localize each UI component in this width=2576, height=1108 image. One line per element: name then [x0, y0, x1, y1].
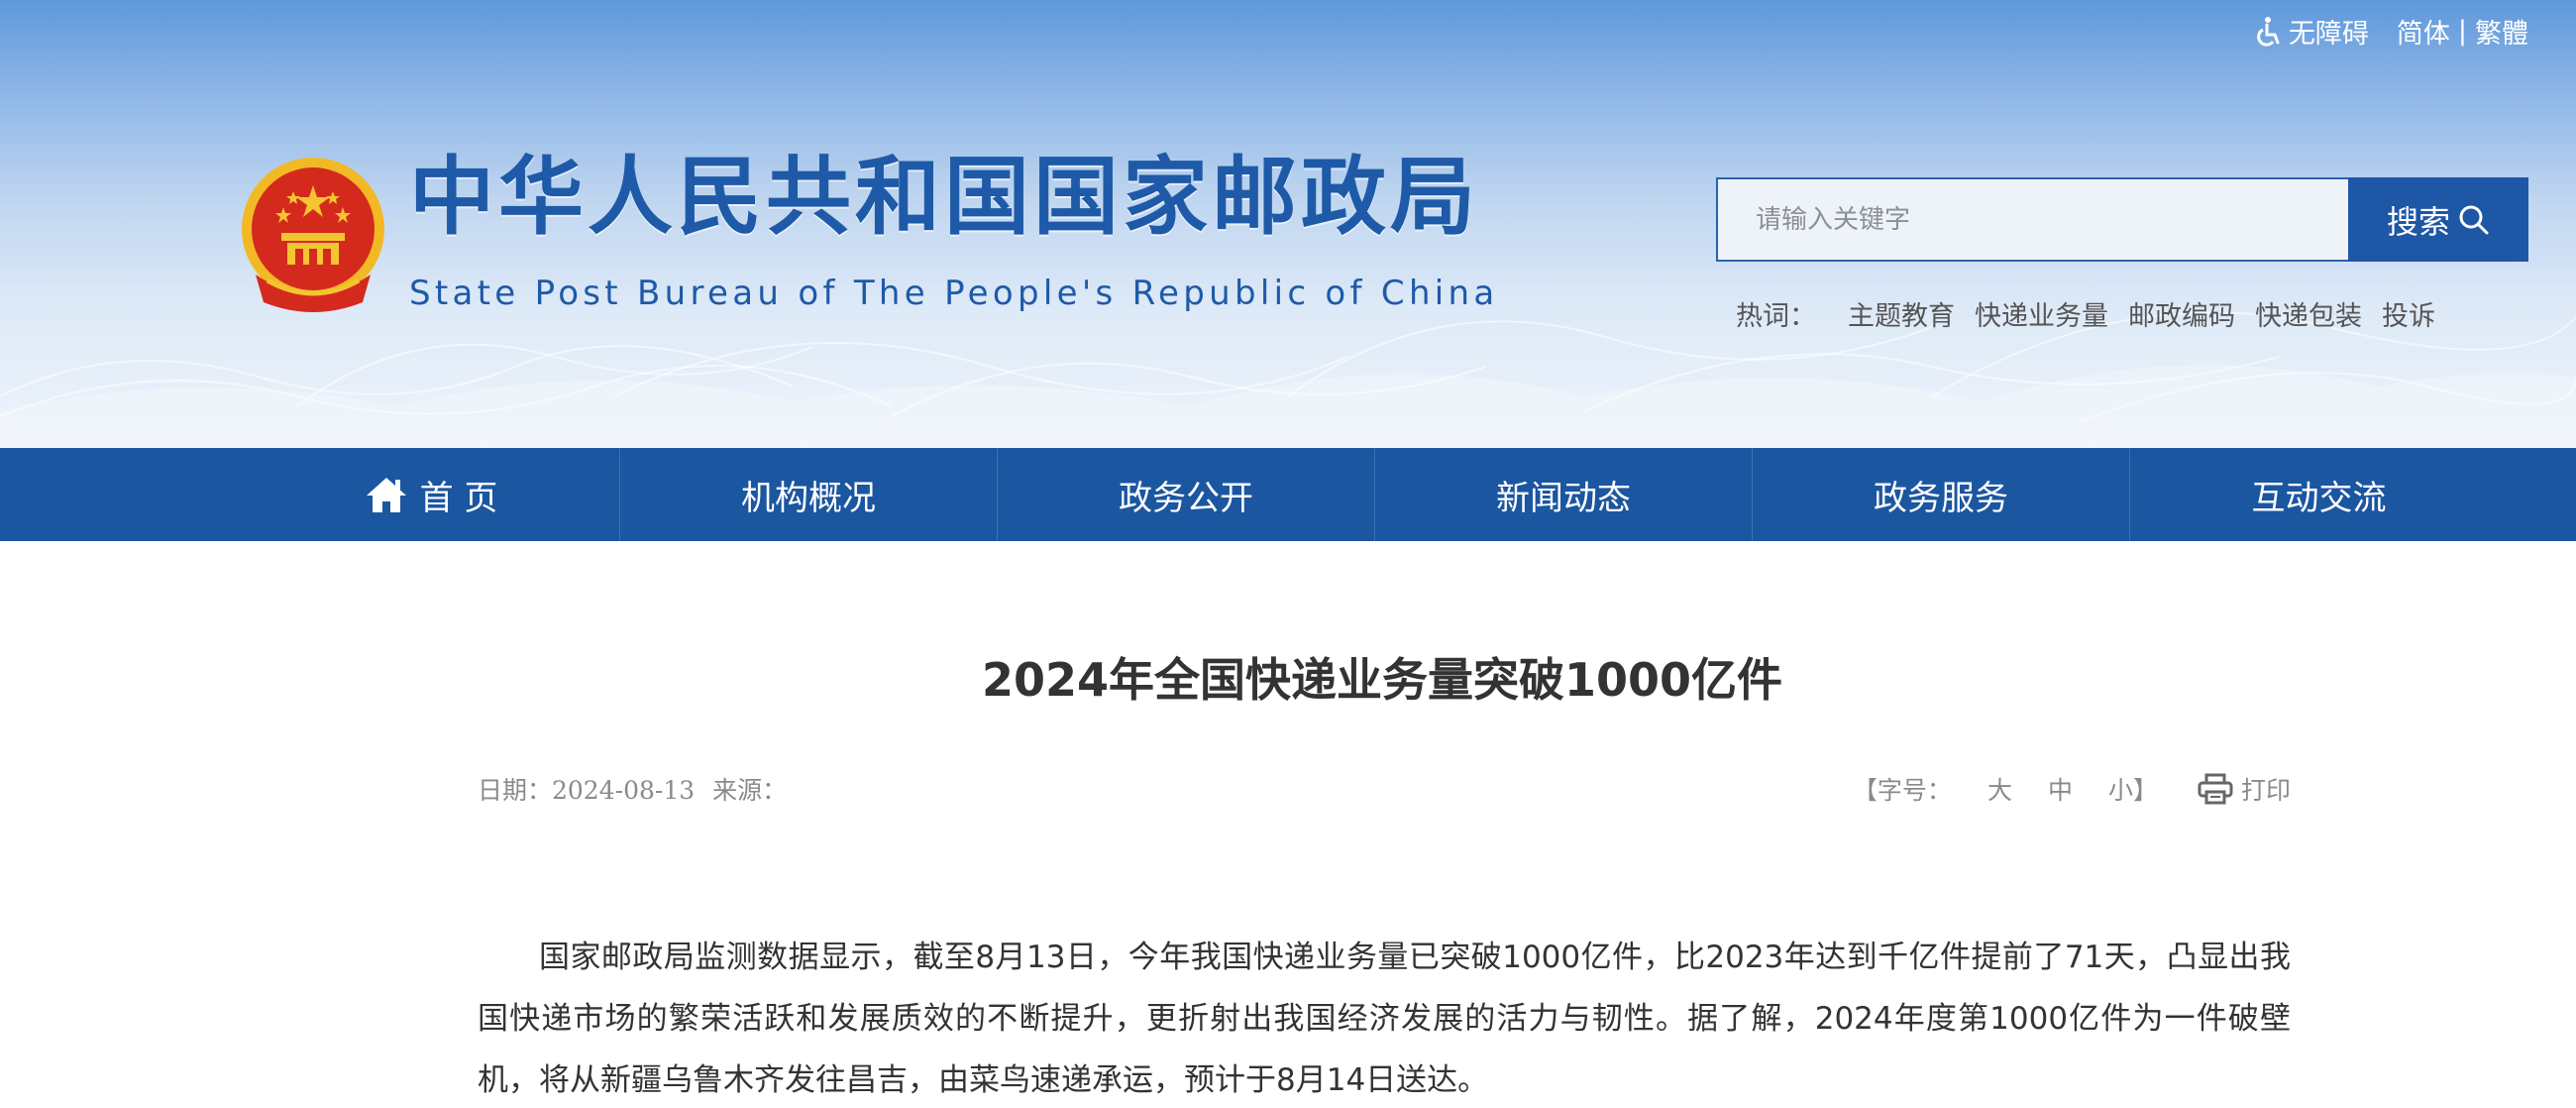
site-subtitle: State Post Bureau of The People's Republ… [409, 274, 1499, 313]
language-separator: | [2457, 16, 2467, 47]
article-tools: 【字号： 大 中 小】 打印 [1853, 771, 2291, 807]
traditional-chinese-link[interactable]: 繁體 [2475, 12, 2528, 51]
hot-keyword-link[interactable]: 快递包装 [2255, 294, 2362, 333]
font-size-label: 【字号： [1852, 776, 1952, 805]
article-title: 2024年全国快递业务量突破1000亿件 [981, 653, 1783, 707]
article-meta: 日期：2024-08-13 来源： [478, 771, 805, 807]
hot-keywords-label: 热词： [1736, 301, 1816, 332]
nav-item-interaction[interactable]: 互动交流 [2130, 448, 2508, 541]
nav-item-home[interactable]: 首 页 [243, 448, 620, 541]
font-size-small-button[interactable]: 小】 [2108, 771, 2158, 807]
nav-item-label: 首 页 [419, 478, 498, 518]
search-button-label: 搜索 [2386, 202, 2450, 241]
wheelchair-icon [2257, 16, 2280, 47]
font-size-large-button[interactable]: 大 [1987, 771, 2012, 807]
national-emblem[interactable] [238, 156, 388, 314]
nav-item-services[interactable]: 政务服务 [1753, 448, 2130, 541]
simplified-chinese-link[interactable]: 简体 [2397, 12, 2450, 51]
site-title[interactable]: 中华人民共和国国家邮政局 [409, 149, 1479, 247]
nav-item-label: 互动交流 [2251, 478, 2387, 518]
hot-keyword-link[interactable]: 主题教育 [1848, 294, 1955, 333]
search-bar: 搜索 [1716, 177, 2528, 262]
hot-keywords: 热词： 主题教育 快递业务量 邮政编码 快递包装 投诉 [1736, 294, 2455, 333]
nav-item-organization[interactable]: 机构概况 [620, 448, 998, 541]
article-date: 日期：2024-08-13 [478, 776, 696, 805]
site-header: 无障碍 简体 | 繁體 中华人民共和国国家邮政局 State Post Bure… [0, 0, 2576, 448]
search-icon [2459, 205, 2489, 234]
hot-keyword-link[interactable]: 快递业务量 [1975, 294, 2108, 333]
accessibility-link[interactable]: 无障碍 [2253, 12, 2369, 51]
font-size-medium-button[interactable]: 中 [2048, 771, 2073, 807]
article-body: 国家邮政局监测数据显示，截至8月13日，今年我国快递业务量已突破1000亿件，比… [478, 940, 2291, 1098]
printer-icon[interactable] [2198, 773, 2233, 805]
nav-item-government-affairs[interactable]: 政务公开 [998, 448, 1375, 541]
nav-item-label: 政务服务 [1874, 478, 2008, 518]
accessibility-label: 无障碍 [2288, 19, 2369, 50]
search-button[interactable]: 搜索 [2348, 177, 2528, 262]
top-utility-bar: 无障碍 简体 | 繁體 [2253, 12, 2528, 51]
hot-keyword-link[interactable]: 投诉 [2382, 294, 2435, 333]
article-source: 来源： [712, 776, 788, 805]
nav-item-label: 机构概况 [741, 478, 876, 518]
hot-keyword-link[interactable]: 邮政编码 [2128, 294, 2235, 333]
search-input[interactable] [1716, 177, 2348, 262]
nav-item-label: 政务公开 [1119, 478, 1253, 518]
main-nav: 首 页 机构概况 政务公开 新闻动态 政务服务 互动交流 [0, 448, 2576, 541]
home-icon [366, 478, 406, 512]
print-button[interactable]: 打印 [2241, 771, 2291, 807]
nav-item-news[interactable]: 新闻动态 [1375, 448, 1753, 541]
nav-item-label: 新闻动态 [1496, 478, 1631, 518]
